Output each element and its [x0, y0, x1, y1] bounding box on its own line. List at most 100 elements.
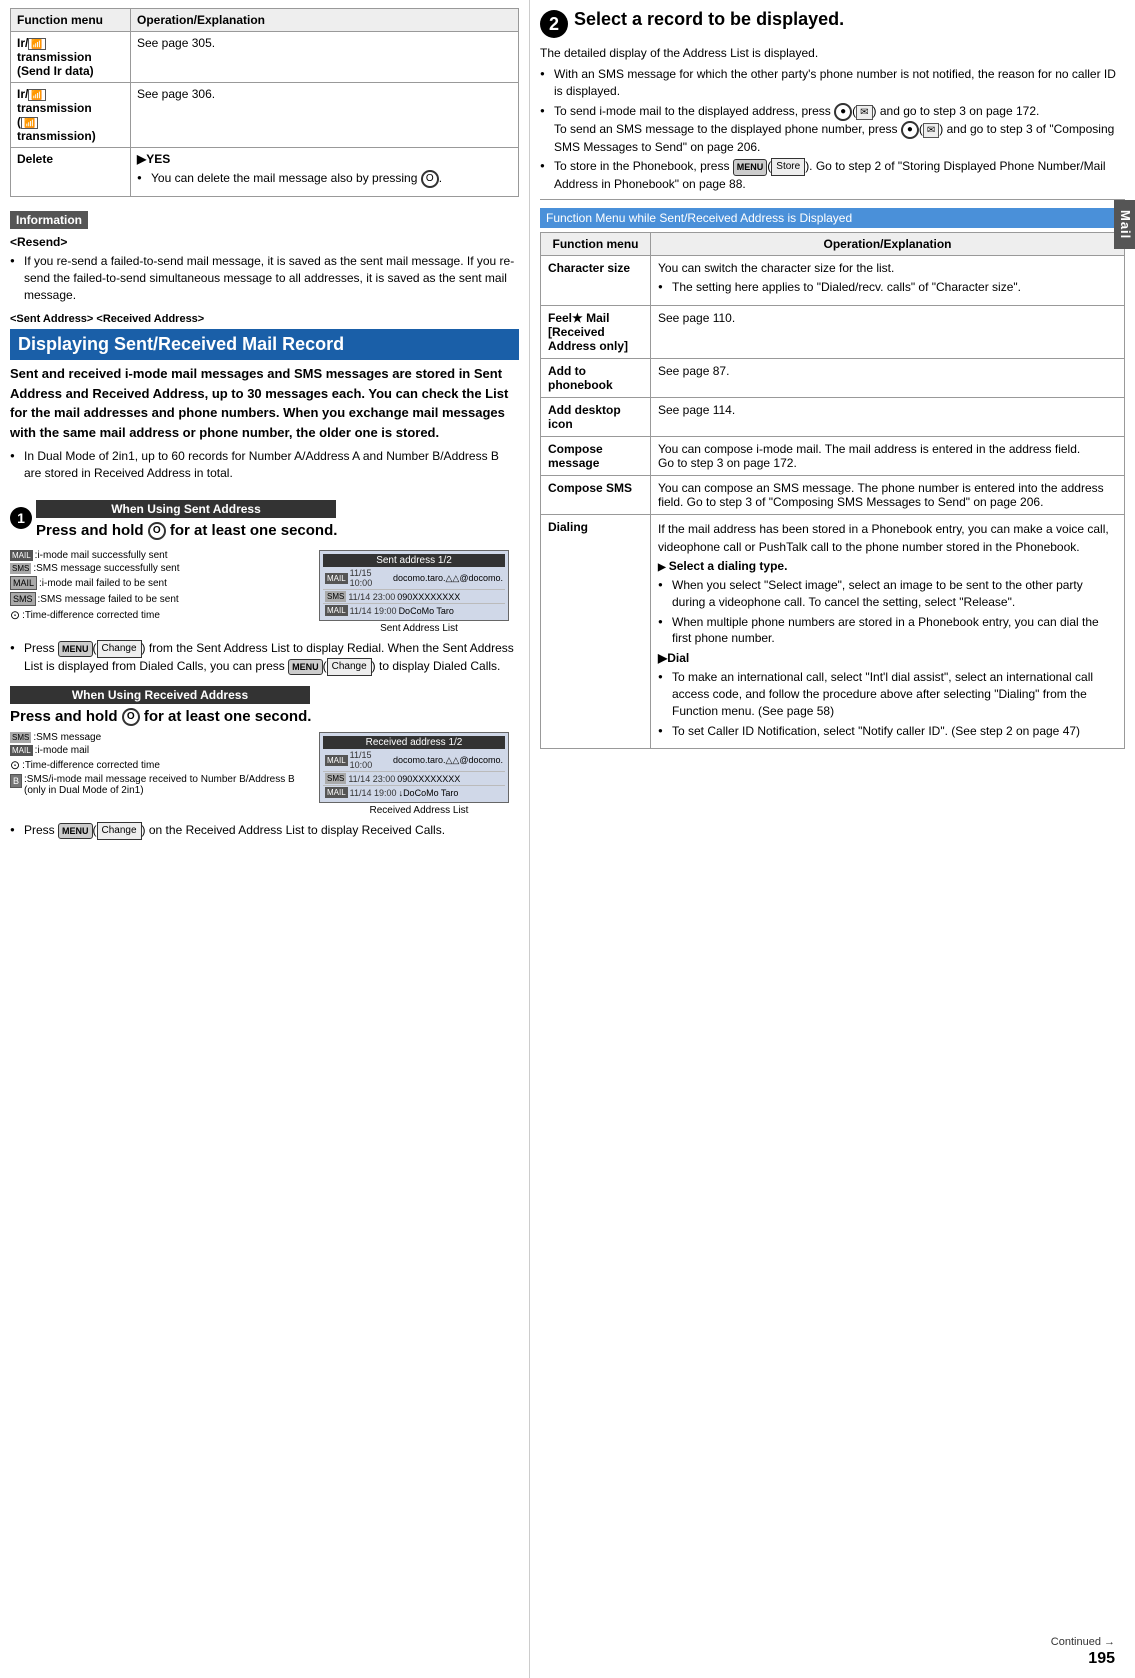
page-number: 195: [1088, 1650, 1115, 1668]
row2-icon: SMS: [325, 591, 346, 602]
step2-num: 2: [540, 10, 568, 38]
rfcol-header-func: Function menu: [541, 233, 651, 256]
send-sms-icon: ●: [901, 121, 919, 139]
recv-screen-img: Received address 1/2 MAIL 11/15 10:00 do…: [319, 732, 519, 816]
rf-op-charsize: You can switch the character size for th…: [651, 256, 1125, 306]
when-using-sent-bar: When Using Sent Address: [36, 500, 336, 518]
recv-row3-time: 11/14 19:00: [350, 788, 397, 798]
menu-icon: MENU: [58, 641, 93, 658]
recv-row3-name: ↓DoCoMo Taro: [399, 788, 459, 798]
recv-row1-time: 11/15 10:00: [350, 750, 391, 770]
dialing-desc: If the mail address has been stored in a…: [658, 520, 1117, 556]
sent-screen-title: Sent address 1/2: [323, 554, 505, 567]
recv-num-icon: B: [10, 774, 22, 788]
sent-screen-label: Sent Address List: [319, 623, 519, 634]
mail-fail-icon: MAIL: [10, 576, 37, 590]
rf-row-compose: Composemessage You can compose i-mode ma…: [541, 436, 1125, 475]
row1-name: docomo.taro.△△@docomo.: [393, 573, 503, 584]
sent-address-screen: Sent address 1/2 MAIL 11/15 10:00 docomo…: [319, 550, 509, 621]
table-row: Ir/📶 transmission(Send Ir data) See page…: [11, 32, 519, 83]
recv-row2-name: 090XXXXXXXX: [397, 774, 460, 784]
charsize-bullet: The setting here applies to "Dialed/recv…: [658, 279, 1117, 296]
table-row: Ir/📶 transmission(📶 transmission) See pa…: [11, 83, 519, 148]
rf-row-feelmail: Feel★ Mail[ReceivedAddress only] See pag…: [541, 305, 1125, 358]
func-op-delete: ▶YES You can delete the mail message als…: [131, 148, 519, 197]
bullet-no-caller-id: With an SMS message for which the other …: [540, 66, 1125, 100]
information-box: Information <Resend> If you re-send a fa…: [10, 203, 519, 303]
left-column: Function menu Operation/Explanation Ir/📶…: [0, 0, 530, 1678]
recv-screen-label: Received Address List: [319, 805, 519, 816]
recv-row-2: SMS 11/14 23:00 090XXXXXXXX: [323, 772, 505, 786]
recv-time-icon: ⊙: [10, 758, 20, 772]
row3-name: DoCoMo Taro: [399, 606, 454, 616]
row3-icon: MAIL: [325, 605, 348, 616]
sms-rect-icon: ✉: [923, 123, 939, 138]
dialing-bullet-callerid: To set Caller ID Notification, select "N…: [658, 723, 1117, 740]
step1-recv-section: When Using Received Address Press and ho…: [10, 686, 519, 840]
dialing-arrow2: ▶Dial: [658, 651, 1117, 665]
row1-time: 11/15 10:00: [350, 568, 391, 588]
resend-title: <Resend>: [10, 235, 519, 249]
rf-name-charsize: Character size: [541, 256, 651, 306]
recv-sms-desc: :SMS message: [33, 732, 101, 743]
recv-address-screen: Received address 1/2 MAIL 11/15 10:00 do…: [319, 732, 509, 803]
rf-op-addphone: See page 87.: [651, 358, 1125, 397]
recv-row2-time: 11/14 23:00: [348, 774, 395, 784]
mail-icon-s: MAIL: [10, 550, 33, 561]
recv-row1-name: docomo.taro.△△@docomo.: [393, 755, 503, 766]
screen-row-2: SMS 11/14 23:00 090XXXXXXXX: [323, 590, 505, 604]
dialing-bullet-multi: When multiple phone numbers are stored i…: [658, 614, 1117, 648]
mail-fail-desc: :i-mode mail failed to be sent: [39, 578, 167, 589]
recv-mail-desc: :i-mode mail: [35, 745, 89, 756]
bullet-imode-mail: To send i-mode mail to the displayed add…: [540, 103, 1125, 156]
mail-rect-icon: ✉: [856, 105, 872, 120]
rf-name-composesms: Compose SMS: [541, 475, 651, 514]
rf-op-feelmail: See page 110.: [651, 305, 1125, 358]
mail-tab: Mail: [1114, 200, 1135, 249]
recv-mail-icon: MAIL: [10, 745, 33, 756]
screen-row-3: MAIL 11/14 19:00 DoCoMo Taro: [323, 604, 505, 617]
sms-icon-s: SMS: [10, 563, 31, 574]
dialing-bullet-img: When you select "Select image", select a…: [658, 577, 1117, 611]
intro-bold: Sent and received i-mode mail messages a…: [10, 364, 519, 442]
rfcol-header-op: Operation/Explanation: [651, 233, 1125, 256]
sent-received-label: <Sent Address> <Received Address>: [10, 313, 519, 325]
recv-row-1: MAIL 11/15 10:00 docomo.taro.△△@docomo.: [323, 749, 505, 772]
recv-bullet-list: Press MENU(Change) on the Received Addre…: [10, 822, 519, 840]
page-container: Function menu Operation/Explanation Ir/📶…: [0, 0, 1135, 1678]
section-blue-heading: Displaying Sent/Received Mail Record: [10, 329, 519, 360]
when-using-recv-bar: When Using Received Address: [10, 686, 310, 704]
recv-sms-icon: SMS: [10, 732, 31, 743]
dialing-bullet-intl: To make an international call, select "I…: [658, 669, 1117, 719]
change-icon2: Change: [327, 658, 372, 676]
mail-sent-desc: :i-mode mail successfully sent: [35, 550, 168, 561]
rf-name-addphone: Add tophonebook: [541, 358, 651, 397]
info-label: Information: [10, 211, 88, 229]
store-icon: Store: [771, 158, 805, 176]
rf-row-dialing: Dialing If the mail address has been sto…: [541, 514, 1125, 748]
sent-menu-bullet: Press MENU(Change) from the Sent Address…: [10, 640, 519, 676]
change-icon: Change: [97, 640, 142, 658]
row1-icon: MAIL: [325, 573, 348, 584]
rf-op-adddesktop: See page 114.: [651, 397, 1125, 436]
send-imode-icon: ●: [834, 103, 852, 121]
recv-row2-icon: SMS: [325, 773, 346, 784]
recv-screenshot-row: SMS :SMS message MAIL :i-mode mail ⊙ :Ti…: [10, 732, 519, 816]
recv-row-3: MAIL 11/14 19:00 ↓DoCoMo Taro: [323, 786, 505, 799]
step2-bullets: With an SMS message for which the other …: [540, 66, 1125, 193]
col-header-func: Function menu: [11, 9, 131, 32]
func-op-ir1: See page 305.: [131, 32, 519, 83]
rf-row-adddesktop: Add desktopicon See page 114.: [541, 397, 1125, 436]
recv-time-desc: :Time-difference corrected time: [22, 760, 160, 771]
step1-section: 1 When Using Sent Address Press and hold…: [10, 492, 519, 676]
rf-name-adddesktop: Add desktopicon: [541, 397, 651, 436]
table-row-delete: Delete ▶YES You can delete the mail mess…: [11, 148, 519, 197]
rf-op-dialing: If the mail address has been stored in a…: [651, 514, 1125, 748]
press-hold-sent: Press and hold O for at least one second…: [36, 522, 337, 540]
dialing-arrow1: Select a dialing type.: [658, 559, 1117, 573]
rf-row-charsize: Character size You can switch the charac…: [541, 256, 1125, 306]
press-hold-recv: Press and hold O for at least one second…: [10, 708, 519, 726]
sent-screenshot-row: MAIL :i-mode mail successfully sent SMS …: [10, 550, 519, 634]
func-op-ir2: See page 306.: [131, 83, 519, 148]
dialing-sub-bullets1: When you select "Select image", select a…: [658, 577, 1117, 647]
